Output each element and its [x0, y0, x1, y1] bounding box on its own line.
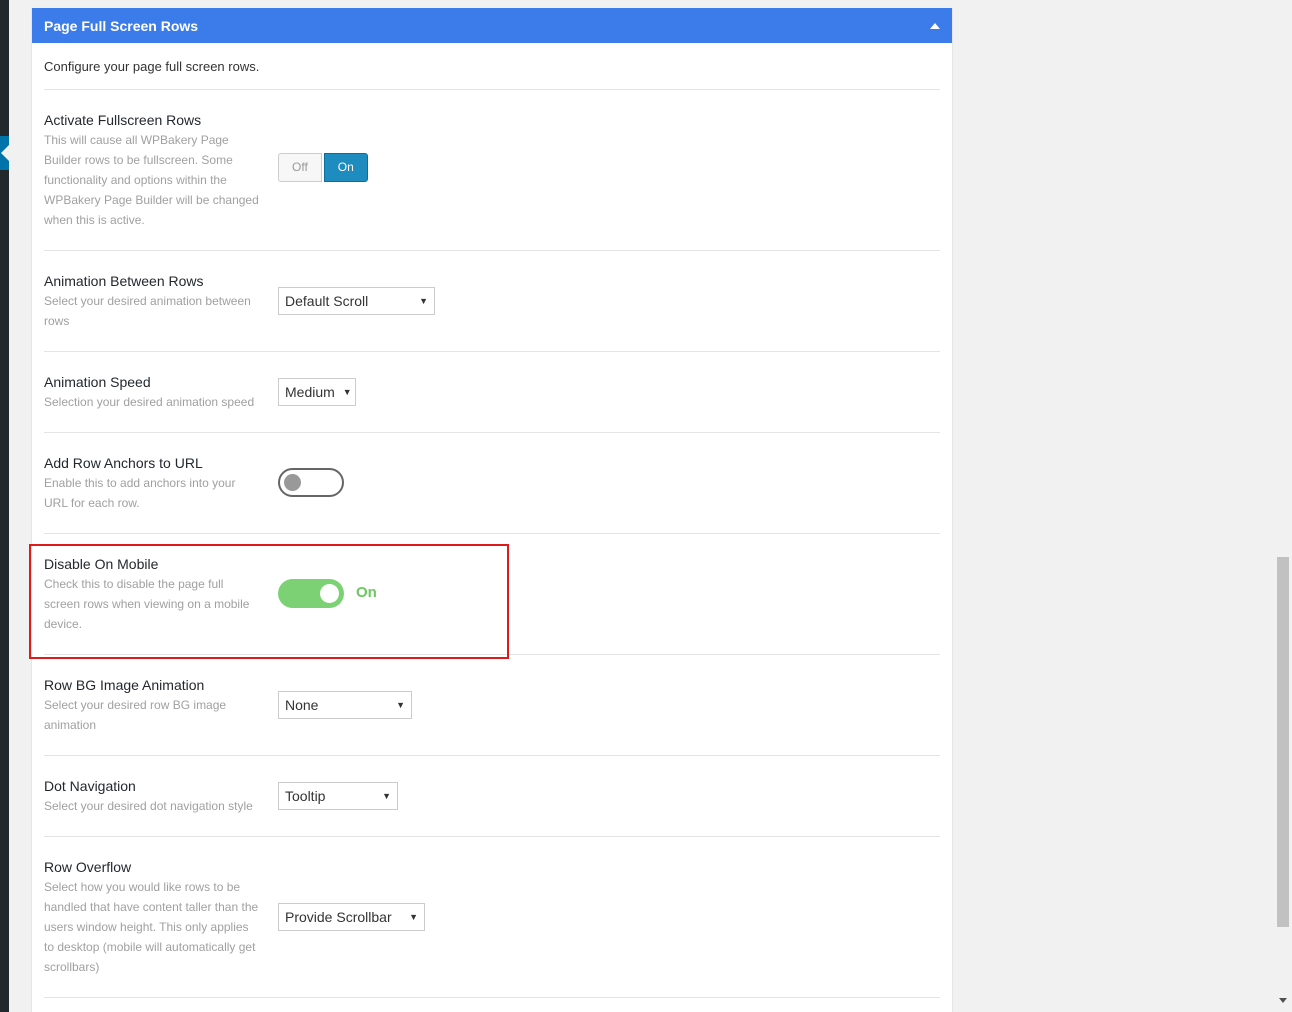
settings-panel: Page Full Screen Rows Configure your pag…	[31, 8, 953, 1012]
anchors-toggle[interactable]	[278, 468, 344, 497]
panel-header[interactable]: Page Full Screen Rows	[32, 8, 952, 43]
select-value: Medium	[285, 384, 335, 400]
mobile-toggle-group: On	[278, 579, 398, 609]
setting-description: Select your desired dot navigation style	[44, 799, 253, 813]
animation-select[interactable]: Default Scroll ▼	[278, 287, 435, 315]
setting-row-bg-animation: Row BG Image Animation Select your desir…	[44, 655, 940, 756]
select-value: Default Scroll	[285, 293, 369, 309]
setting-row-anchors: Add Row Anchors to URL Enable this to ad…	[44, 433, 940, 534]
setting-row-overflow: Row Overflow Select how you would like r…	[44, 837, 940, 998]
toggle-knob	[320, 584, 339, 603]
setting-description: Enable this to add anchors into your URL…	[44, 476, 236, 510]
setting-title: Dot Navigation	[44, 778, 136, 794]
setting-row-speed: Animation Speed Selection your desired a…	[44, 352, 940, 433]
setting-description: Select your desired animation between ro…	[44, 294, 251, 328]
setting-title: Row BG Image Animation	[44, 677, 205, 693]
setting-description: Selection your desired animation speed	[44, 395, 255, 409]
dropdown-arrow-icon: ▼	[382, 791, 391, 801]
scrollbar-thumb[interactable]	[1277, 557, 1289, 927]
setting-description: This will cause all WPBakery Page Builde…	[44, 133, 259, 227]
panel-intro: Configure your page full screen rows.	[44, 43, 940, 90]
setting-title: Animation Between Rows	[44, 273, 204, 289]
collapse-caret-icon[interactable]	[930, 22, 940, 29]
disable-mobile-toggle[interactable]	[278, 579, 344, 608]
active-menu-pointer-icon	[1, 145, 9, 161]
dropdown-arrow-icon: ▼	[409, 912, 418, 922]
toggle-knob	[284, 474, 301, 491]
page-scrollbar[interactable]	[1274, 0, 1292, 1012]
bg-animation-select[interactable]: None ▼	[278, 691, 412, 719]
setting-row-activate: Activate Fullscreen Rows This will cause…	[44, 90, 940, 251]
scroll-down-arrow-icon[interactable]	[1279, 998, 1287, 1003]
setting-title: Disable On Mobile	[44, 556, 159, 572]
panel-title: Page Full Screen Rows	[44, 17, 199, 34]
overflow-select[interactable]: Provide Scrollbar ▼	[278, 903, 425, 931]
setting-title: Animation Speed	[44, 374, 151, 390]
on-off-button-group: Off On	[278, 153, 368, 182]
setting-title: Row Overflow	[44, 859, 132, 875]
dot-nav-select[interactable]: Tooltip ▼	[278, 782, 398, 810]
on-button[interactable]: On	[323, 153, 368, 182]
setting-row-animation: Animation Between Rows Select your desir…	[44, 251, 940, 352]
off-button[interactable]: Off	[278, 153, 322, 182]
setting-description: Select how you would like rows to be han…	[44, 880, 259, 974]
setting-row-dot-nav: Dot Navigation Select your desired dot n…	[44, 756, 940, 837]
toggle-state-label: On	[356, 584, 377, 601]
admin-sidebar-edge	[0, 0, 9, 1012]
speed-select[interactable]: Medium ▼	[278, 378, 356, 406]
setting-description: Check this to disable the page full scre…	[44, 577, 250, 631]
dropdown-arrow-icon: ▼	[419, 296, 428, 306]
select-value: Tooltip	[285, 788, 326, 804]
setting-description: Select your desired row BG image animati…	[44, 698, 227, 732]
setting-title: Add Row Anchors to URL	[44, 455, 203, 471]
select-value: Provide Scrollbar	[285, 909, 392, 925]
dropdown-arrow-icon: ▼	[342, 387, 352, 397]
select-value: None	[285, 697, 319, 713]
dropdown-arrow-icon: ▼	[396, 700, 405, 710]
setting-title: Activate Fullscreen Rows	[44, 112, 202, 128]
setting-row-mobile: Disable On Mobile Check this to disable …	[44, 534, 940, 655]
